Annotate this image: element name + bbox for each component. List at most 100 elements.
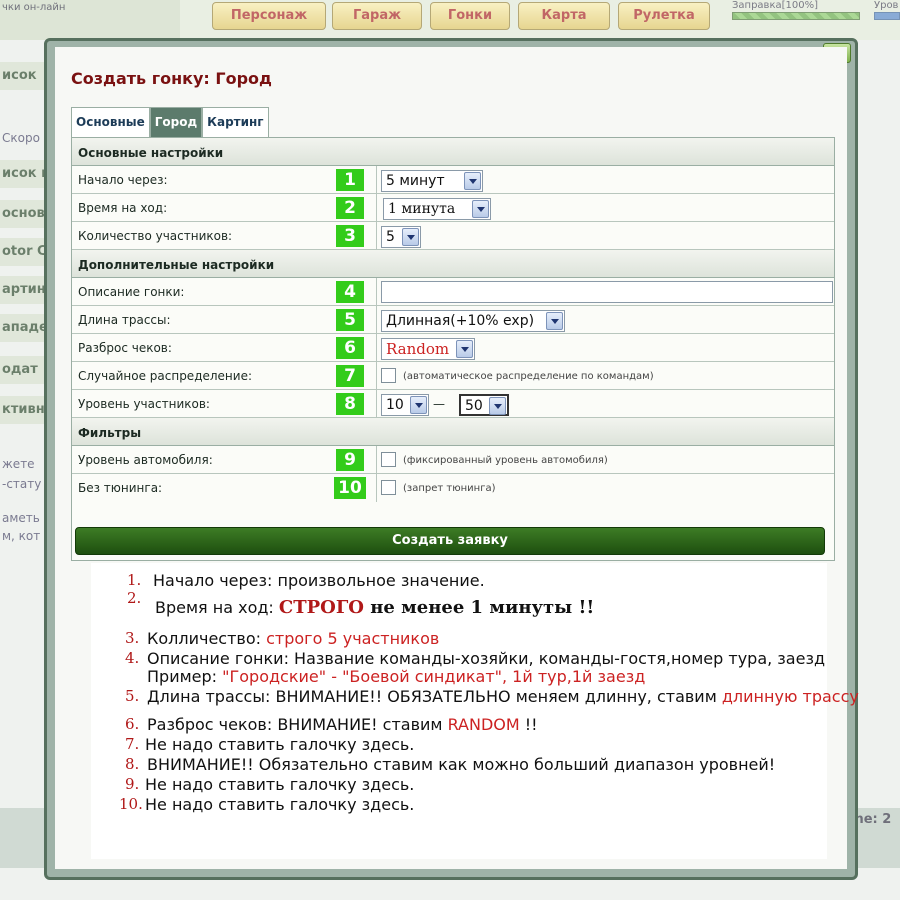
step-number: 4 (336, 281, 364, 303)
note-emphasis: "Городские" - "Боевой синдикат", 1й тур,… (222, 667, 646, 686)
turn-time-label: Время на ход: (78, 201, 168, 215)
participant-level-label: Уровень участников: (78, 397, 210, 411)
chevron-down-icon (489, 397, 506, 415)
level-from-select[interactable]: 10 (381, 394, 429, 416)
random-distribution-hint: (автоматическое распределение по команда… (403, 371, 654, 382)
car-level-label: Уровень автомобиля: (78, 453, 213, 467)
note-text: ВНИМАНИЕ!! Обязательно ставим как можно … (147, 755, 776, 774)
note-emphasis: RANDOM (447, 715, 520, 734)
car-level-checkbox[interactable] (381, 452, 396, 467)
description-input[interactable] (381, 281, 833, 303)
note-emphasis: длинную трассу (721, 687, 859, 706)
note-text: Начало через: произвольное значение. (153, 571, 485, 590)
turn-time-control: 1 минута (376, 194, 834, 221)
note-text: Не надо ставить галочку здесь. (145, 795, 415, 814)
note-number: 1. (127, 571, 142, 589)
row-start: Начало через: 1 5 минут (72, 166, 834, 194)
random-distribution-control: (автоматическое распределение по команда… (376, 362, 834, 389)
participants-control: 5 (376, 222, 834, 249)
note-emphasis: СТРОГО (278, 597, 364, 618)
row-turn-time: Время на ход: 2 1 минута (72, 194, 834, 222)
start-label: Начало через: (78, 173, 168, 187)
chevron-down-icon (546, 312, 563, 330)
note-text-part: не менее 1 минуты !! (363, 597, 595, 618)
note-number: 6. (125, 715, 140, 733)
section-filters: Фильтры (72, 418, 834, 446)
tab-karting[interactable]: Картинг (202, 107, 269, 137)
create-request-button[interactable]: Создать заявку (75, 527, 825, 555)
note-number: 7. (125, 735, 140, 753)
tab-city[interactable]: Город (149, 107, 203, 137)
step-number: 10 (334, 477, 366, 499)
no-tuning-checkbox[interactable] (381, 480, 396, 495)
row-no-tuning: Без тюнинга: 10 (запрет тюнинга) (72, 474, 834, 502)
note-number: 8. (125, 755, 140, 773)
level-from-value: 10 (386, 397, 404, 413)
section-basic: Основные настройки (72, 138, 834, 166)
level-range-dash: — (433, 397, 445, 411)
row-track-length: Длина трассы: 5 Длинная(+10% exp) (72, 306, 834, 334)
create-race-dialog: x Создать гонку: Город Основные Город Ка… (44, 38, 859, 880)
no-tuning-hint: (запрет тюнинга) (403, 483, 496, 494)
level-to-select[interactable]: 50 (459, 394, 509, 416)
note-text-part: Разброс чеков: ВНИМАНИЕ! ставим (147, 715, 448, 734)
chevron-down-icon (410, 396, 427, 414)
chevron-down-icon (456, 340, 473, 358)
section-extra: Дополнительные настройки (72, 250, 834, 278)
start-select[interactable]: 5 минут (381, 170, 483, 192)
checks-spread-control: Random (376, 334, 834, 361)
participants-label: Количество участников: (78, 229, 233, 243)
race-type-tabs: Основные Город Картинг (71, 107, 269, 137)
car-level-hint: (фиксированный уровень автомобиля) (403, 455, 608, 466)
row-car-level: Уровень автомобиля: 9 (фиксированный уро… (72, 446, 834, 474)
step-number: 6 (336, 337, 364, 359)
participants-select-value: 5 (386, 229, 395, 245)
description-label: Описание гонки: (78, 285, 185, 299)
participants-select[interactable]: 5 (381, 226, 421, 248)
step-number: 7 (336, 365, 364, 387)
chevron-down-icon (464, 172, 481, 190)
track-length-control: Длинная(+10% exp) (376, 306, 834, 333)
tab-basic[interactable]: Основные (71, 107, 150, 137)
note-text-part: Длина трассы: ВНИМАНИЕ!! ОБЯЗАТЕЛЬНО мен… (147, 687, 722, 706)
note-text: Длина трассы: ВНИМАНИЕ!! ОБЯЗАТЕЛЬНО мен… (147, 687, 859, 706)
instruction-notes: 1. Начало через: произвольное значение. … (91, 563, 859, 859)
note-text-part: !! (519, 715, 538, 734)
checks-spread-select[interactable]: Random (381, 338, 475, 360)
note-number: 5. (125, 687, 140, 705)
note-text: Пример: "Городские" - "Боевой синдикат",… (147, 667, 645, 686)
random-distribution-checkbox[interactable] (381, 368, 396, 383)
turn-time-select-value: 1 минута (388, 201, 456, 217)
note-number: 3. (125, 629, 140, 647)
note-number: 2. (127, 589, 142, 607)
description-control (376, 278, 834, 305)
step-number: 1 (336, 169, 364, 191)
step-number: 3 (336, 225, 364, 247)
step-number: 5 (336, 309, 364, 331)
note-text: Не надо ставить галочку здесь. (145, 735, 415, 754)
note-text-part: Время на ход: (155, 598, 279, 617)
start-control: 5 минут (376, 166, 834, 193)
chevron-down-icon (402, 228, 419, 246)
row-participants: Количество участников: 3 5 (72, 222, 834, 250)
no-tuning-control: (запрет тюнинга) (376, 474, 834, 502)
start-select-value: 5 минут (386, 173, 445, 189)
turn-time-select[interactable]: 1 минута (383, 198, 491, 220)
step-number: 2 (336, 197, 364, 219)
no-tuning-label: Без тюнинга: (78, 481, 163, 495)
chevron-down-icon (472, 200, 489, 218)
note-text: Время на ход: СТРОГО не менее 1 минуты !… (155, 597, 594, 618)
dialog-title: Создать гонку: Город (71, 69, 272, 88)
participant-level-control: 10 — 50 (376, 390, 834, 417)
note-emphasis: строго 5 участников (266, 629, 440, 648)
track-length-select[interactable]: Длинная(+10% exp) (381, 310, 565, 332)
note-number: 10. (119, 795, 143, 813)
note-text: Описание гонки: Название команды-хозяйки… (147, 649, 826, 668)
dialog-body: Создать гонку: Город Основные Город Карт… (55, 47, 859, 869)
note-number: 4. (125, 649, 140, 667)
checks-spread-label: Разброс чеков: (78, 341, 172, 355)
note-text: Не надо ставить галочку здесь. (145, 775, 415, 794)
row-checks-spread: Разброс чеков: 6 Random (72, 334, 834, 362)
checks-spread-select-value: Random (386, 340, 450, 358)
note-text: Колличество: строго 5 участников (147, 629, 439, 648)
